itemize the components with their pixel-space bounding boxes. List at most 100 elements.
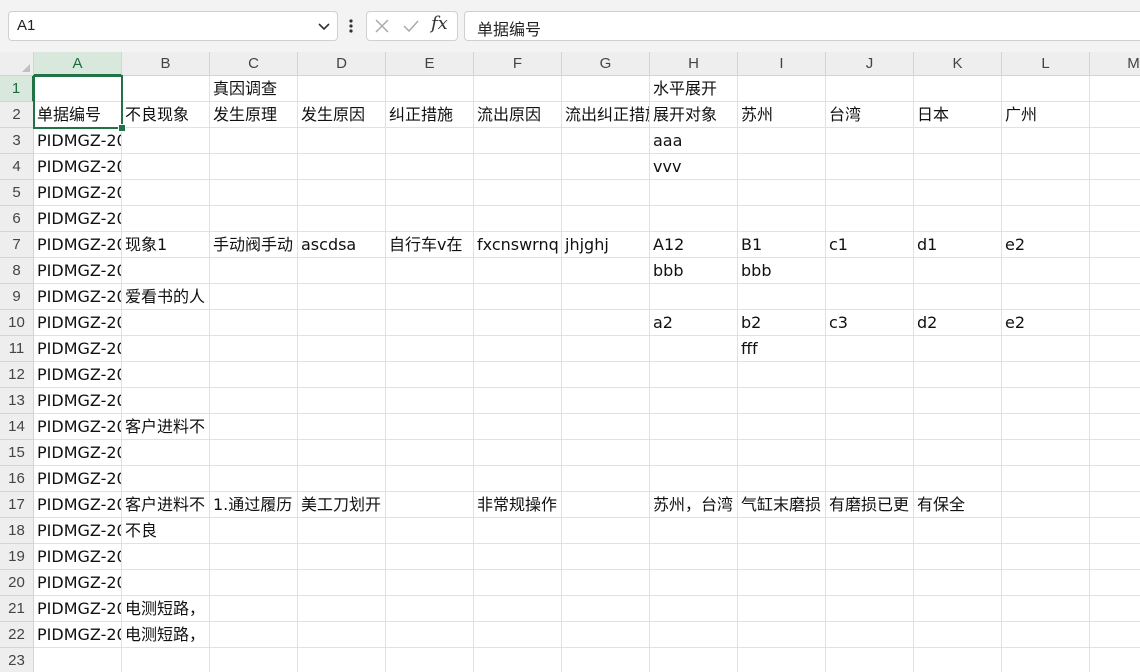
cell-H7[interactable]: A12	[650, 232, 737, 258]
cell-A19[interactable]: PIDMGZ-2024	[34, 544, 121, 570]
cell-L10[interactable]: e2	[1002, 310, 1089, 336]
cell-A7[interactable]: PIDMGZ-2024	[34, 232, 121, 258]
row-header-4[interactable]: 4	[0, 154, 34, 180]
name-box-value[interactable]: A1	[17, 17, 35, 34]
row-header-23[interactable]: 23	[0, 648, 34, 672]
cell-K17[interactable]: 有保全	[914, 492, 1001, 518]
row-header-18[interactable]: 18	[0, 518, 34, 544]
cell-G7[interactable]: jhjghj	[562, 232, 649, 258]
row-header-1[interactable]: 1	[0, 76, 34, 102]
cell-A3[interactable]: PIDMGZ-2024	[34, 128, 121, 154]
row-header-2[interactable]: 2	[0, 102, 34, 128]
cell-A22[interactable]: PIDMGZ-2024	[34, 622, 121, 648]
cell-K7[interactable]: d1	[914, 232, 1001, 258]
cell-J10[interactable]: c3	[826, 310, 913, 336]
cell-J7[interactable]: c1	[826, 232, 913, 258]
cell-B14[interactable]: 客户进料不	[122, 414, 209, 440]
fx-icon[interactable]: fx	[431, 13, 448, 34]
column-header-G[interactable]: G	[562, 52, 650, 76]
cell-H10[interactable]: a2	[650, 310, 737, 336]
column-header-M[interactable]: M	[1090, 52, 1140, 76]
cell-J2[interactable]: 台湾	[826, 102, 913, 128]
column-header-F[interactable]: F	[474, 52, 562, 76]
row-header-9[interactable]: 9	[0, 284, 34, 310]
cell-C17[interactable]: 1.通过履历	[210, 492, 297, 518]
cell-F17[interactable]: 非常规操作	[474, 492, 561, 518]
row-header-20[interactable]: 20	[0, 570, 34, 596]
cell-E7[interactable]: 自行车v在	[386, 232, 473, 258]
row-header-7[interactable]: 7	[0, 232, 34, 258]
cell-C1[interactable]: 真因调查	[210, 76, 297, 102]
cell-B7[interactable]: 现象1	[122, 232, 209, 258]
column-header-C[interactable]: C	[210, 52, 298, 76]
cell-D2[interactable]: 发生原因	[298, 102, 385, 128]
row-header-21[interactable]: 21	[0, 596, 34, 622]
cell-L2[interactable]: 广州	[1002, 102, 1089, 128]
close-icon[interactable]	[372, 16, 392, 36]
cell-H2[interactable]: 展开对象	[650, 102, 737, 128]
column-header-L[interactable]: L	[1002, 52, 1090, 76]
cell-B18[interactable]: 不良	[122, 518, 209, 544]
cell-B22[interactable]: 电测短路，	[122, 622, 209, 648]
chevron-down-icon[interactable]	[315, 16, 333, 36]
fill-handle[interactable]	[118, 124, 126, 132]
cell-A20[interactable]: PIDMGZ-2024	[34, 570, 121, 596]
row-header-3[interactable]: 3	[0, 128, 34, 154]
cell-B21[interactable]: 电测短路，	[122, 596, 209, 622]
row-header-11[interactable]: 11	[0, 336, 34, 362]
column-header-E[interactable]: E	[386, 52, 474, 76]
cell-F2[interactable]: 流出原因	[474, 102, 561, 128]
row-header-15[interactable]: 15	[0, 440, 34, 466]
formula-input[interactable]: 单据编号	[464, 11, 1140, 41]
row-header-16[interactable]: 16	[0, 466, 34, 492]
name-box[interactable]: A1	[8, 11, 338, 41]
row-header-17[interactable]: 17	[0, 492, 34, 518]
cell-D17[interactable]: 美工刀划开	[298, 492, 385, 518]
cell-I10[interactable]: b2	[738, 310, 825, 336]
cell-K2[interactable]: 日本	[914, 102, 1001, 128]
cell-A4[interactable]: PIDMGZ-2024	[34, 154, 121, 180]
cell-A9[interactable]: PIDMGZ-2024	[34, 284, 121, 310]
cell-A13[interactable]: PIDMGZ-2024	[34, 388, 121, 414]
cell-E2[interactable]: 纠正措施	[386, 102, 473, 128]
cell-H8[interactable]: bbb	[650, 258, 737, 284]
row-header-6[interactable]: 6	[0, 206, 34, 232]
cell-I11[interactable]: fff	[738, 336, 825, 362]
cell-H17[interactable]: 苏州，台湾	[650, 492, 737, 518]
cell-G2[interactable]: 流出纠正措施	[562, 102, 649, 128]
cell-C2[interactable]: 发生原理	[210, 102, 297, 128]
row-header-19[interactable]: 19	[0, 544, 34, 570]
column-header-J[interactable]: J	[826, 52, 914, 76]
row-header-8[interactable]: 8	[0, 258, 34, 284]
select-all-corner[interactable]	[0, 52, 34, 76]
cell-A15[interactable]: PIDMGZ-2024	[34, 440, 121, 466]
column-header-A[interactable]: A	[34, 52, 122, 76]
row-header-14[interactable]: 14	[0, 414, 34, 440]
cell-I17[interactable]: 气缸末磨损	[738, 492, 825, 518]
cell-A17[interactable]: PIDMGZ-2024	[34, 492, 121, 518]
cell-D7[interactable]: ascdsa	[298, 232, 385, 258]
cell-F7[interactable]: fxcnswrnq	[474, 232, 561, 258]
column-header-D[interactable]: D	[298, 52, 386, 76]
cell-A11[interactable]: PIDMGZ-2024	[34, 336, 121, 362]
cell-A12[interactable]: PIDMGZ-2024	[34, 362, 121, 388]
cell-A10[interactable]: PIDMGZ-2024	[34, 310, 121, 336]
cell-H1[interactable]: 水平展开	[650, 76, 737, 102]
cell-A14[interactable]: PIDMGZ-2024	[34, 414, 121, 440]
checkmark-icon[interactable]	[401, 16, 421, 36]
column-header-I[interactable]: I	[738, 52, 826, 76]
column-header-B[interactable]: B	[122, 52, 210, 76]
column-header-K[interactable]: K	[914, 52, 1002, 76]
cell-H3[interactable]: aaa	[650, 128, 737, 154]
cell-I2[interactable]: 苏州	[738, 102, 825, 128]
cell-A21[interactable]: PIDMGZ-2024	[34, 596, 121, 622]
row-header-22[interactable]: 22	[0, 622, 34, 648]
cell-H4[interactable]: vvv	[650, 154, 737, 180]
cell-B9[interactable]: 爱看书的人	[122, 284, 209, 310]
cell-B2[interactable]: 不良现象	[122, 102, 209, 128]
cell-K10[interactable]: d2	[914, 310, 1001, 336]
row-header-12[interactable]: 12	[0, 362, 34, 388]
row-header-13[interactable]: 13	[0, 388, 34, 414]
cell-A6[interactable]: PIDMGZ-2024	[34, 206, 121, 232]
vertical-dots-icon[interactable]	[346, 16, 356, 36]
